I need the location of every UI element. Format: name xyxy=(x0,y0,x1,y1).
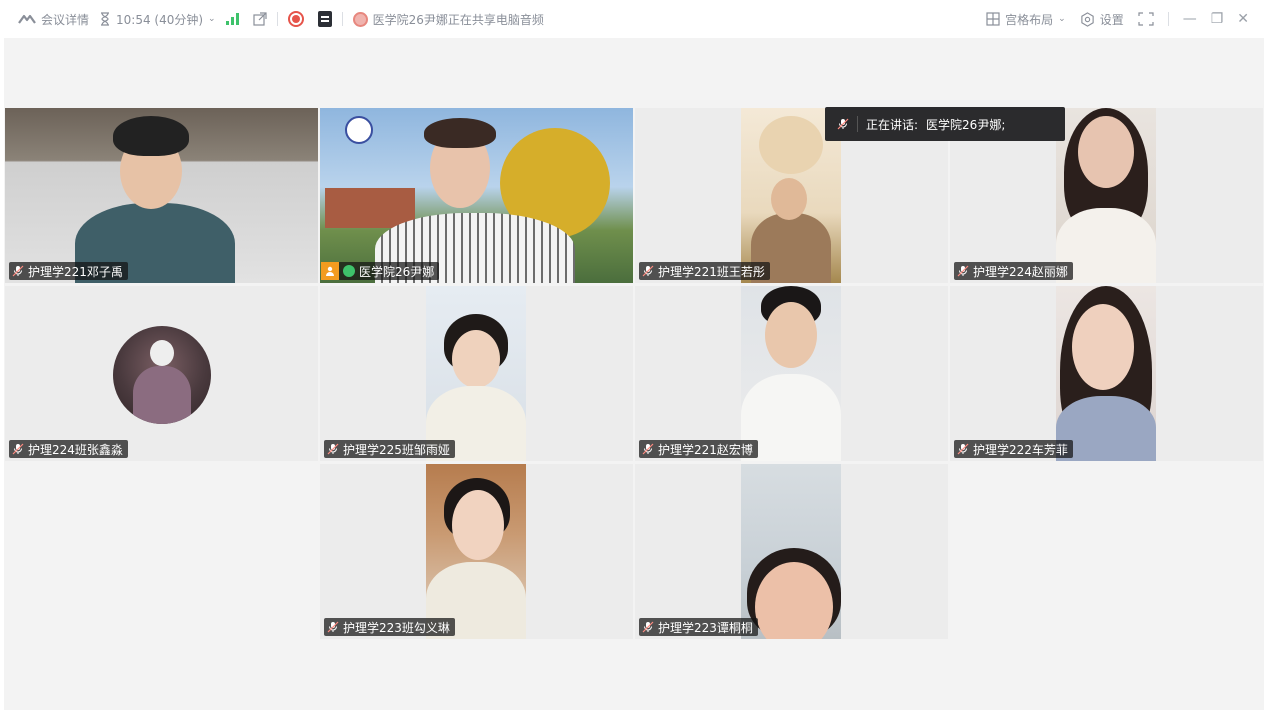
microphone-icon xyxy=(642,443,654,455)
participant-nameplate: 护理学223谭桐桐 xyxy=(639,618,758,636)
close-icon[interactable]: ✕ xyxy=(1237,11,1249,27)
speaking-divider xyxy=(857,116,858,132)
participant-name: 护理学223班勾义琳 xyxy=(343,620,450,635)
participant-name: 护理学221班王若彤 xyxy=(658,264,765,279)
microphone-icon xyxy=(957,265,969,277)
meeting-logo-icon xyxy=(18,13,36,25)
timer-text: 10:54 (40分钟) xyxy=(116,12,204,27)
host-icon xyxy=(321,262,339,280)
document-icon xyxy=(317,11,332,27)
participant-nameplate: 护理学225班邹雨娅 xyxy=(324,440,455,458)
participant-nameplate: 护理学221赵宏博 xyxy=(639,440,758,458)
participant-name: 护理学221赵宏博 xyxy=(658,442,753,457)
participant-avatar xyxy=(113,326,211,424)
external-window-icon xyxy=(252,12,267,26)
microphone-icon xyxy=(12,265,24,277)
participant-name: 医学院26尹娜 xyxy=(359,264,435,279)
microphone-icon xyxy=(327,443,339,455)
meeting-details-button[interactable]: 会议详情 xyxy=(18,11,89,28)
fullscreen-icon xyxy=(1138,12,1154,26)
hourglass-icon xyxy=(99,12,111,26)
video-tile[interactable]: 护理学221邓子禹 xyxy=(5,108,318,283)
minutes-button[interactable] xyxy=(317,11,332,27)
participant-name: 护理学225班邹雨娅 xyxy=(343,442,450,457)
meeting-toolbar: 会议详情 10:54 (40分钟) ⌄ 医学院26尹娜正在共享电脑音频 宫格布局… xyxy=(0,0,1267,38)
participant-video xyxy=(1056,286,1156,461)
speaking-name: 医学院26尹娜; xyxy=(926,117,1006,132)
video-tile[interactable]: 护理学222车芳菲 xyxy=(950,286,1263,461)
video-tile[interactable]: 护理224班张鑫淼 xyxy=(5,286,318,461)
participant-name: 护理224班张鑫淼 xyxy=(28,442,123,457)
participant-name: 护理学224赵丽娜 xyxy=(973,264,1068,279)
participant-video xyxy=(320,108,633,283)
minimize-icon[interactable]: — xyxy=(1183,11,1197,27)
participant-nameplate: 医学院26尹娜 xyxy=(321,262,440,280)
microphone-icon xyxy=(327,621,339,633)
microphone-icon xyxy=(642,621,654,633)
chevron-down-icon: ⌄ xyxy=(208,14,216,24)
microphone-icon xyxy=(957,443,969,455)
video-tile[interactable]: 护理学221赵宏博 xyxy=(635,286,948,461)
microphone-icon xyxy=(12,443,24,455)
participant-nameplate: 护理学221邓子禹 xyxy=(9,262,128,280)
chevron-down-icon: ⌄ xyxy=(1058,14,1066,24)
toolbar-divider xyxy=(276,12,278,26)
popout-button[interactable] xyxy=(252,12,267,26)
participant-nameplate: 护理学221班王若彤 xyxy=(639,262,770,280)
meeting-details-label: 会议详情 xyxy=(41,12,90,27)
speaking-icon xyxy=(343,265,355,277)
signal-icon xyxy=(225,13,239,25)
fullscreen-button[interactable] xyxy=(1138,12,1154,26)
toolbar-divider xyxy=(1167,12,1169,26)
restore-icon[interactable]: ❐ xyxy=(1211,11,1224,27)
settings-label: 设置 xyxy=(1099,12,1124,27)
record-icon xyxy=(287,11,304,27)
settings-button[interactable]: 设置 xyxy=(1080,11,1124,28)
microphone-icon xyxy=(642,265,654,277)
layout-label: 宫格布局 xyxy=(1005,12,1054,27)
video-grid: 护理学221邓子禹 医学院26尹娜 护理学221班王若彤 护理学224赵丽娜 护… xyxy=(4,38,1264,710)
participant-video xyxy=(741,286,841,461)
grid-layout-icon xyxy=(986,12,1000,26)
participant-nameplate: 护理学223班勾义琳 xyxy=(324,618,455,636)
layout-button[interactable]: 宫格布局 ⌄ xyxy=(986,11,1066,28)
record-button[interactable] xyxy=(287,11,304,27)
participant-nameplate: 护理学224赵丽娜 xyxy=(954,262,1073,280)
meeting-timer[interactable]: 10:54 (40分钟) ⌄ xyxy=(99,11,216,28)
toolbar-divider xyxy=(341,12,343,26)
participant-video xyxy=(1056,108,1156,283)
participant-nameplate: 护理学222车芳菲 xyxy=(954,440,1073,458)
video-tile-active-speaker[interactable]: 医学院26尹娜 xyxy=(320,108,633,283)
participant-video xyxy=(426,286,526,461)
speaking-indicator: 正在讲话: 医学院26尹娜; xyxy=(825,107,1065,141)
sharer-avatar-icon xyxy=(352,11,368,27)
participant-name: 护理学223谭桐桐 xyxy=(658,620,753,635)
participant-nameplate: 护理224班张鑫淼 xyxy=(9,440,128,458)
participant-video xyxy=(426,464,526,639)
video-tile[interactable]: 护理学223谭桐桐 xyxy=(635,464,948,639)
participant-name: 护理学222车芳菲 xyxy=(973,442,1068,457)
microphone-icon xyxy=(837,118,849,130)
network-signal[interactable] xyxy=(225,13,239,25)
participant-video xyxy=(741,464,841,639)
participant-video xyxy=(5,108,318,283)
participant-name: 护理学221邓子禹 xyxy=(28,264,123,279)
screen-share-status[interactable]: 医学院26尹娜正在共享电脑音频 xyxy=(352,11,544,28)
video-tile[interactable]: 护理学225班邹雨娅 xyxy=(320,286,633,461)
gear-icon xyxy=(1080,11,1095,27)
speaking-label: 正在讲话: xyxy=(866,117,919,132)
video-tile[interactable]: 护理学223班勾义琳 xyxy=(320,464,633,639)
sharing-status-text: 医学院26尹娜正在共享电脑音频 xyxy=(372,12,544,27)
